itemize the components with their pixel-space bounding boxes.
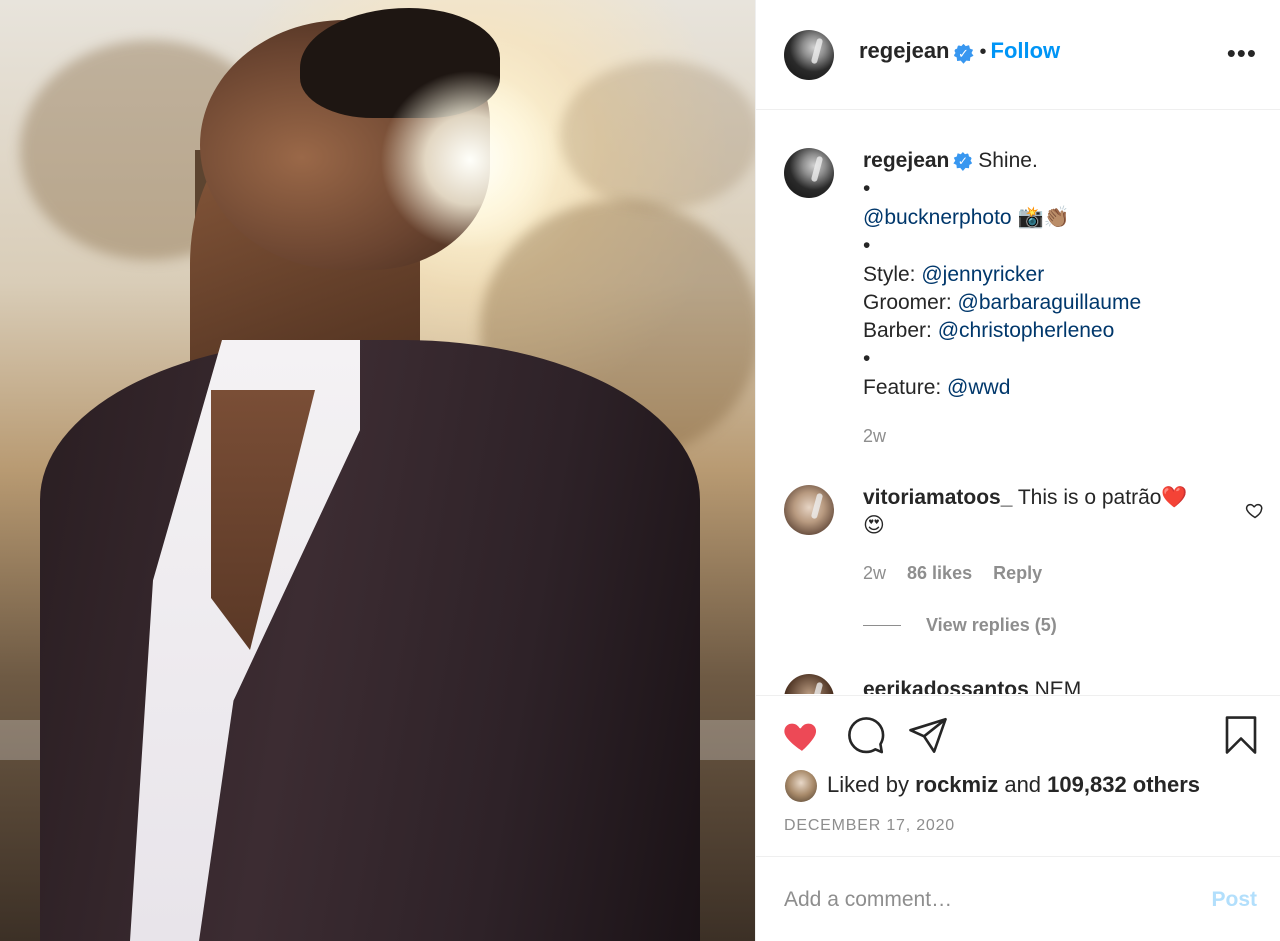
replies-divider	[863, 625, 901, 626]
header-author: regejean ✓ • Follow	[859, 38, 1060, 64]
comments-list[interactable]: regejean ✓ Shine. • @bucknerphoto 📸👏🏽 • S…	[756, 111, 1280, 694]
comment-text: This is o patrão❤️	[1017, 486, 1188, 509]
liked-by-others-link[interactable]: 109,832 others	[1047, 772, 1200, 797]
mention-link[interactable]: @jennyricker	[921, 263, 1044, 286]
caption-username[interactable]: regejean	[863, 149, 949, 172]
post-comment-button[interactable]: Post	[1211, 888, 1257, 912]
more-options-icon[interactable]: •••	[1227, 40, 1257, 66]
post-actions: Liked by rockmiz and 109,832 others DECE…	[756, 695, 1280, 855]
caption-line: Feature: @wwd	[863, 374, 1010, 402]
reply-button[interactable]: Reply	[993, 563, 1042, 583]
comment-icon[interactable]	[845, 714, 887, 756]
follow-button[interactable]: Follow	[991, 38, 1061, 63]
caption-credit-label: Barber:	[863, 319, 938, 342]
caption-line: •	[863, 234, 871, 257]
commenter-avatar[interactable]	[784, 674, 834, 694]
caption-credit-label: Feature:	[863, 376, 948, 399]
caption-line: Style: @jennyricker	[863, 261, 1044, 289]
commenter-username[interactable]: eerikadossantos	[863, 678, 1029, 694]
header-username[interactable]: regejean	[859, 38, 950, 63]
caption-timestamp[interactable]: 2w	[863, 426, 886, 447]
comment-timestamp[interactable]: 2w	[863, 563, 886, 583]
caption-line: Barber: @christopherleneo	[863, 317, 1114, 345]
comment-composer: Post	[756, 856, 1280, 941]
post-date[interactable]: DECEMBER 17, 2020	[784, 817, 955, 835]
caption-line: regejean ✓ Shine.	[863, 147, 1038, 175]
liked-by-avatar[interactable]	[785, 770, 817, 802]
view-replies-button[interactable]: View replies (5)	[926, 615, 1057, 636]
comment-input[interactable]	[784, 885, 1184, 915]
like-heart-icon[interactable]	[781, 714, 823, 756]
author-avatar[interactable]	[784, 30, 834, 80]
mention-link[interactable]: @wwd	[947, 376, 1010, 399]
verified-badge-icon: ✓	[953, 151, 973, 171]
liked-by-and: and	[998, 772, 1048, 797]
caption-credit-label: Style:	[863, 263, 922, 286]
separator-dot: •	[979, 41, 987, 63]
caption-credit-label: Groomer:	[863, 291, 958, 314]
share-paper-plane-icon[interactable]	[907, 714, 949, 756]
caption-line: •	[863, 347, 871, 370]
caption-emoji: 📸👏🏽	[1017, 206, 1070, 229]
caption-text: Shine.	[978, 149, 1038, 172]
commenter-username[interactable]: vitoriamatoos_	[863, 486, 1012, 509]
commenter-avatar[interactable]	[784, 485, 834, 535]
mention-link[interactable]: @bucknerphoto	[863, 206, 1012, 229]
photo-tree-foliage	[560, 60, 755, 210]
comment-like-heart-icon[interactable]	[1245, 500, 1265, 520]
post-header: regejean ✓ • Follow •••	[756, 0, 1280, 110]
post-side-panel: regejean ✓ • Follow ••• regejean ✓ Shine. • …	[755, 0, 1280, 941]
liked-by-summary: Liked by rockmiz and 109,832 others	[827, 772, 1200, 798]
comment-likes-count[interactable]: 86 likes	[907, 563, 972, 583]
comment-line: vitoriamatoos_ This is o patrão❤️	[863, 484, 1188, 512]
mention-link[interactable]: @barbaraguillaume	[958, 291, 1142, 314]
comment-emoji: 😍	[863, 514, 885, 537]
save-bookmark-icon[interactable]	[1220, 714, 1262, 756]
caption-line: Groomer: @barbaraguillaume	[863, 289, 1141, 317]
verified-badge-icon: ✓	[953, 43, 974, 64]
comment-meta: 2w 86 likes Reply	[863, 563, 1042, 584]
liked-by-prefix: Liked by	[827, 772, 916, 797]
post-photo[interactable]	[0, 0, 755, 941]
caption-author-avatar[interactable]	[784, 148, 834, 198]
comment-text: NEM	[1034, 678, 1082, 694]
caption-line: •	[863, 177, 871, 200]
comment-line: eerikadossantos NEM	[863, 676, 1081, 694]
caption-line: @bucknerphoto 📸👏🏽	[863, 204, 1070, 232]
photo-sun-glare	[380, 70, 560, 250]
mention-link[interactable]: @christopherleneo	[938, 319, 1115, 342]
liked-by-user-link[interactable]: rockmiz	[915, 772, 998, 797]
